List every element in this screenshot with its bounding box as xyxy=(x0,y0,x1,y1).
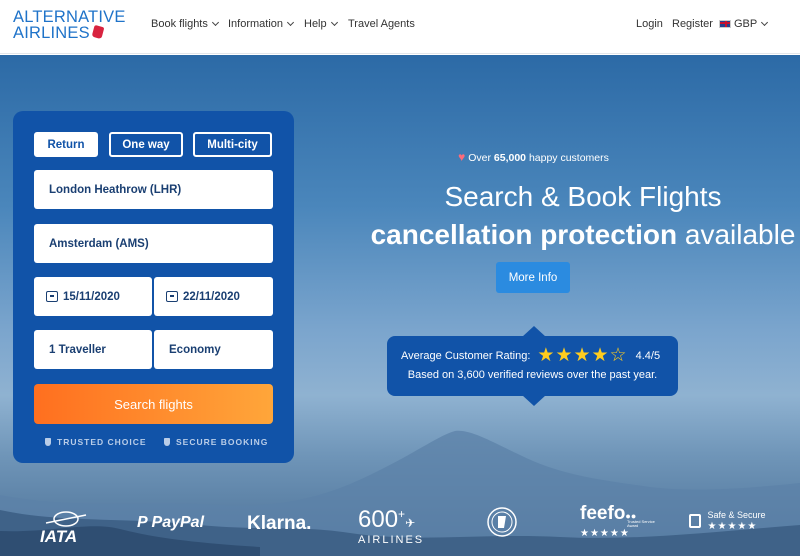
paypal-icon: P xyxy=(137,514,152,531)
airlines-count: 600 xyxy=(358,506,399,533)
luggage-tag-icon xyxy=(91,24,105,40)
cabin-class-value: Economy xyxy=(169,343,221,356)
hero-title: Search & Book Flights xyxy=(444,181,722,212)
chevron-down-icon xyxy=(286,18,295,26)
logo-line-2: AIRLINES xyxy=(13,24,90,42)
feefo-logo: feefo●● ★★★★★ Trusted Service Award xyxy=(580,503,655,543)
paypal-label: PayPal xyxy=(151,514,205,531)
alternative-airlines-logo[interactable]: ALTERNATIVE AIRLINES xyxy=(13,8,126,42)
nav-book-flights[interactable]: Book flights xyxy=(151,18,219,30)
return-date-field[interactable]: 22/11/2020 xyxy=(154,277,273,316)
hero-subtitle-rest: available xyxy=(684,219,796,250)
customer-rating-box: Average Customer Rating: ★★★★☆ 4.4/5 Bas… xyxy=(387,326,678,406)
search-flights-button[interactable]: Search flights xyxy=(34,384,273,424)
origin-field[interactable]: London Heathrow (LHR) xyxy=(34,170,273,209)
happy-prefix: Over xyxy=(468,152,491,164)
happy-customers-text: ♥ Over 65,000 happy customers xyxy=(0,150,800,164)
nav-book-flights-label: Book flights xyxy=(151,18,208,30)
login-link[interactable]: Login xyxy=(636,18,663,30)
currency-label: GBP xyxy=(734,18,758,30)
register-link[interactable]: Register xyxy=(672,18,713,30)
feefo-label: feefo xyxy=(580,503,626,524)
nav-information[interactable]: Information xyxy=(228,18,295,30)
happy-count: 65,000 xyxy=(493,152,527,164)
trusted-choice-badge: TRUSTED CHOICE xyxy=(45,437,147,447)
cabin-class-field[interactable]: Economy xyxy=(154,330,273,369)
safe-secure-badge: Safe & Secure ★★★★★ xyxy=(689,510,766,532)
safe-secure-label: Safe & Secure xyxy=(707,510,766,520)
top-header: ALTERNATIVE AIRLINES Book flights Inform… xyxy=(0,0,800,54)
travellers-field[interactable]: 1 Traveller xyxy=(34,330,152,369)
nav-information-label: Information xyxy=(228,18,284,30)
rating-stars: ★★★★☆ xyxy=(537,345,628,366)
nav-help-label: Help xyxy=(304,18,327,30)
chevron-down-icon xyxy=(761,18,769,26)
register-label: Register xyxy=(672,18,713,30)
trip-type-one-way-label: One way xyxy=(122,138,170,151)
return-date-value: 22/11/2020 xyxy=(183,290,240,303)
destination-value: Amsterdam (AMS) xyxy=(49,237,149,250)
globe-icon xyxy=(45,511,87,527)
airlines-count-plus: + xyxy=(398,507,406,521)
heart-icon: ♥ xyxy=(458,150,466,164)
shield-icon xyxy=(45,438,51,446)
feefo-award-text: Trusted Service Award xyxy=(627,519,655,528)
airlines-count-logo: 600+✈ AIRLINES xyxy=(358,503,424,546)
rating-label: Average Customer Rating: xyxy=(401,350,531,362)
more-info-button[interactable]: More Info xyxy=(496,262,570,293)
trip-type-return-label: Return xyxy=(47,138,85,151)
nav-help[interactable]: Help xyxy=(304,18,338,30)
destination-field[interactable]: Amsterdam (AMS) xyxy=(34,224,273,263)
nav-travel-agents[interactable]: Travel Agents xyxy=(348,18,415,30)
logo-line-1: ALTERNATIVE xyxy=(13,8,126,26)
award-seal-icon xyxy=(487,507,517,537)
currency-selector[interactable]: GBP xyxy=(719,18,769,30)
secure-booking-badge: SECURE BOOKING xyxy=(164,437,268,447)
happy-suffix: happy customers xyxy=(528,152,609,164)
shield-icon xyxy=(164,438,170,446)
uk-flag-icon xyxy=(719,20,731,28)
login-label: Login xyxy=(636,18,663,30)
calendar-icon xyxy=(46,291,58,302)
padlock-icon xyxy=(689,514,701,528)
rating-score: 4.4/5 xyxy=(635,350,661,362)
search-flights-label: Search flights xyxy=(114,396,193,412)
klarna-logo: Klarna. xyxy=(247,513,311,535)
travellers-value: 1 Traveller xyxy=(49,343,106,356)
depart-date-value: 15/11/2020 xyxy=(63,290,120,303)
klarna-label: Klarna. xyxy=(247,513,312,534)
plane-icon: ✈ xyxy=(405,516,416,530)
secure-booking-label: SECURE BOOKING xyxy=(176,437,269,447)
calendar-icon xyxy=(166,291,178,302)
hero-subtitle: cancellation protection available xyxy=(300,219,800,251)
rating-reviews: Based on 3,600 verified reviews over the… xyxy=(407,369,658,381)
more-info-label: More Info xyxy=(508,271,558,284)
airlines-label: AIRLINES xyxy=(358,534,425,546)
chevron-down-icon xyxy=(330,18,338,26)
chevron-down-icon xyxy=(211,18,219,26)
hero-subtitle-bold: cancellation protection xyxy=(370,219,678,250)
safe-secure-stars: ★★★★★ xyxy=(707,521,758,532)
depart-date-field[interactable]: 15/11/2020 xyxy=(34,277,152,316)
iata-label: IATA xyxy=(40,527,78,546)
nav-travel-agents-label: Travel Agents xyxy=(348,18,415,30)
origin-value: London Heathrow (LHR) xyxy=(49,183,182,196)
hero-section: Return One way Multi-city London Heathro… xyxy=(0,55,800,556)
iata-logo: IATA xyxy=(40,511,88,547)
award-seal-logo xyxy=(486,506,518,543)
paypal-logo: P PayPal xyxy=(137,514,204,532)
trusted-choice-label: TRUSTED CHOICE xyxy=(57,437,147,447)
trip-type-multi-city-label: Multi-city xyxy=(207,138,258,151)
